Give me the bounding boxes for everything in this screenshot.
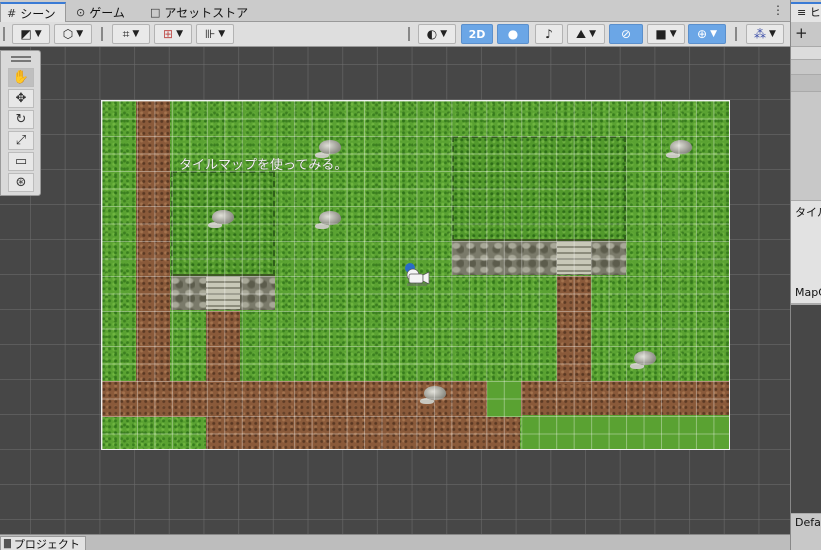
more-menu-icon[interactable]: ⋮: [772, 3, 784, 17]
rect-tool-icon[interactable]: ▭: [8, 152, 34, 171]
tool-palette: ✋ ✥ ↻ ⤢ ▭ ⊛: [0, 50, 41, 196]
rock-sprite: [424, 386, 446, 400]
chevron-down-icon: ▼: [769, 29, 776, 39]
camera-dropdown[interactable]: ■ ▼: [647, 24, 685, 44]
rock-sprite: [212, 210, 234, 224]
scene-toolbar: ◩ ▼ ⬡ ▼ ⌗ ▼ ⊞ ▼ ⊪ ▼ ◐ ▼ 2D ● ♪ ⛰ ▼ ⊘ ■ ▼…: [0, 22, 790, 47]
hierarchy-row[interactable]: [791, 74, 821, 92]
folder-icon: ▇: [4, 539, 11, 549]
dirt-path-tile: [102, 381, 729, 417]
mode-2d-toggle[interactable]: 2D: [461, 24, 493, 44]
dirt-path-tile: [206, 311, 240, 383]
chevron-down-icon: ▼: [34, 29, 42, 39]
stone-stairs: [557, 242, 591, 274]
rock-cliff: [452, 239, 626, 275]
dirt-path-tile: [206, 415, 520, 449]
tab-game[interactable]: ⊙ ゲーム: [70, 2, 140, 22]
scene-tab-bar: # シーン ⊙ ゲーム □ アセットストア ⋮: [0, 0, 790, 23]
tab-label: アセットストア: [164, 5, 249, 20]
lighting-toggle[interactable]: ●: [497, 24, 529, 44]
orientation-dropdown[interactable]: ◐ ▼: [418, 24, 456, 44]
rock-sprite: [634, 351, 656, 365]
tile-palette-title: タイル: [795, 206, 821, 219]
default-brush-label[interactable]: Defa: [795, 516, 821, 529]
hierarchy-tab-icon: ≡: [797, 6, 807, 19]
scene-visibility-toggle[interactable]: ⊘: [609, 24, 643, 44]
camera-icon: ■: [655, 27, 667, 41]
sphere-icon: ◐: [426, 27, 438, 41]
gamepad-icon: ⊙: [76, 5, 86, 19]
draw-mode-icon: ◩: [20, 27, 32, 41]
stone-stairs: [206, 277, 240, 309]
rotate-tool-icon[interactable]: ↻: [8, 110, 34, 129]
palette-grip-handle[interactable]: [11, 56, 31, 62]
camera-gizmo-icon[interactable]: [403, 262, 431, 288]
dirt-path-tile: [557, 276, 591, 384]
chevron-down-icon: ▼: [710, 29, 717, 39]
grid-icon: #: [7, 7, 17, 20]
draw-mode-dropdown[interactable]: ◩ ▼: [12, 24, 50, 44]
grid-snap-dropdown[interactable]: ⌗ ▼: [112, 24, 150, 44]
scene-caption-text: タイルマップを使ってみる。: [179, 158, 348, 173]
audio-toggle[interactable]: ♪: [535, 24, 563, 44]
chevron-down-icon: ▼: [76, 29, 84, 39]
effects-icon: ⛰: [575, 26, 587, 41]
store-icon: □: [150, 5, 161, 19]
toolbar-divider: [735, 27, 737, 41]
rock-sprite: [319, 140, 341, 154]
tab-label: ヒ: [809, 6, 821, 19]
ruler-icon: ⊪: [204, 27, 216, 41]
increment-snap-dropdown[interactable]: ⊞ ▼: [154, 24, 192, 44]
hierarchy-search-field[interactable]: [791, 46, 821, 60]
effects-dropdown[interactable]: ⛰ ▼: [567, 24, 605, 44]
chevron-down-icon: ▼: [176, 29, 183, 39]
grass-tile: [487, 381, 521, 417]
move-tool-icon[interactable]: ✥: [8, 89, 34, 108]
grid-snap-icon: ⌗: [122, 26, 130, 41]
tab-project[interactable]: ▇ プロジェクト: [0, 536, 86, 550]
scene-viewport[interactable]: タイルマップを使ってみる。 ✋ ✥ ↻ ⤢ ▭ ⊛: [0, 47, 790, 534]
tab-label: プロジェクト: [13, 538, 80, 550]
chevron-down-icon: ▼: [440, 29, 448, 39]
add-object-button[interactable]: +: [795, 24, 808, 42]
tab-asset-store[interactable]: □ アセットストア: [144, 2, 256, 22]
gizmos-icon: ⊕: [697, 27, 708, 41]
layers-icon: ⁂: [754, 27, 767, 41]
tab-scene[interactable]: # シーン: [0, 2, 66, 23]
toolbar-divider: [101, 27, 103, 41]
tab-hierarchy[interactable]: ≡ ヒ: [791, 2, 821, 22]
chevron-down-icon: ▼: [589, 29, 596, 39]
ruler-dropdown[interactable]: ⊪ ▼: [196, 24, 234, 44]
shading-dropdown[interactable]: ⬡ ▼: [54, 24, 92, 44]
tilemap-name-label[interactable]: MapC: [795, 286, 821, 299]
increment-snap-icon: ⊞: [163, 27, 174, 41]
unity-editor: # シーン ⊙ ゲーム □ アセットストア ⋮ ◩ ▼ ⬡ ▼ ⌗ ▼ ⊞ ▼ …: [0, 0, 821, 550]
hand-tool-icon[interactable]: ✋: [8, 68, 34, 87]
bottom-panel-bar: ▇ プロジェクト: [0, 534, 790, 550]
hierarchy-panel: ≡ ヒ + タイル MapC Defa: [790, 0, 821, 550]
tab-label: ゲーム: [89, 5, 125, 20]
gizmos-dropdown[interactable]: ⊕ ▼: [688, 24, 726, 44]
layers-dropdown[interactable]: ⁂ ▼: [746, 24, 784, 44]
tilemap[interactable]: タイルマップを使ってみる。: [101, 100, 730, 450]
scale-tool-icon[interactable]: ⤢: [8, 131, 34, 150]
chevron-down-icon: ▼: [132, 29, 140, 39]
dirt-path-tile: [136, 101, 170, 383]
shading-icon: ⬡: [62, 27, 74, 41]
chevron-down-icon: ▼: [218, 29, 226, 39]
chevron-down-icon: ▼: [669, 29, 677, 39]
audio-mute-icon: ♪: [545, 27, 553, 41]
eye-slash-icon: ⊘: [620, 27, 632, 41]
toolbar-grip: [3, 27, 5, 41]
transform-tool-icon[interactable]: ⊛: [8, 173, 34, 192]
rock-sprite: [670, 140, 692, 154]
grass-plateau: [452, 136, 626, 241]
tab-label: シーン: [20, 7, 56, 21]
grass-tile: [522, 415, 729, 449]
tile-palette-preview[interactable]: [791, 304, 821, 514]
lightbulb-icon: ●: [507, 27, 519, 41]
rock-sprite: [319, 211, 341, 225]
toolbar-divider: [408, 27, 410, 41]
